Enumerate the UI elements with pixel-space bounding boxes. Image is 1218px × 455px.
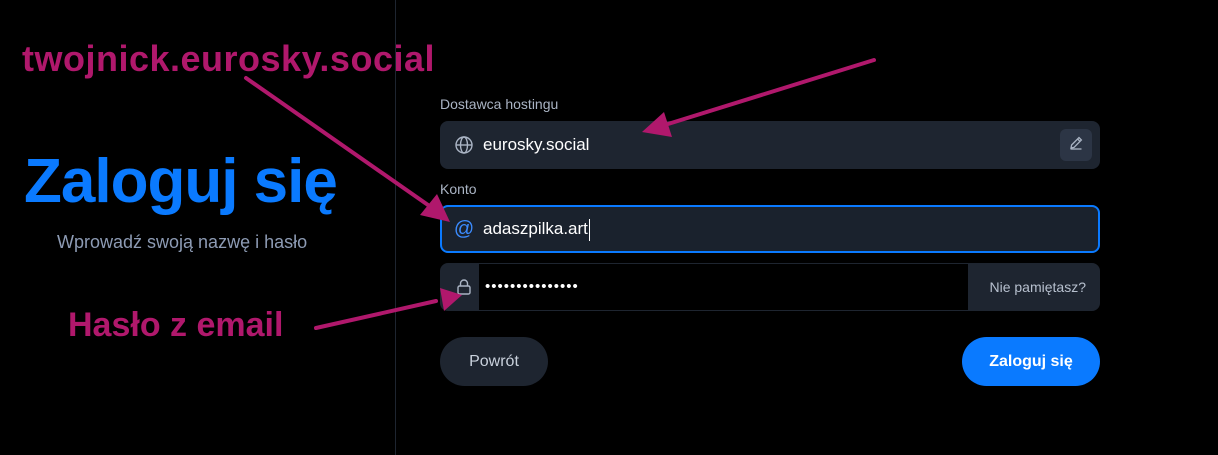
- account-value: adaszpilka.art: [483, 219, 588, 238]
- password-value: •••••••••••••••: [485, 278, 579, 295]
- globe-icon: [452, 133, 476, 157]
- annotation-handle-note: twojnick.eurosky.social: [22, 38, 435, 79]
- annotation-password-note: Hasło z email: [68, 306, 284, 344]
- text-caret: [588, 218, 590, 241]
- edit-hosting-button[interactable]: [1060, 129, 1092, 161]
- back-button[interactable]: Powrót: [440, 337, 548, 386]
- hosting-provider-field[interactable]: eurosky.social: [440, 121, 1100, 169]
- page-title: Zaloguj się: [24, 147, 338, 216]
- page-subtitle: Wprowadź swoją nazwę i hasło: [57, 232, 308, 252]
- login-button[interactable]: Zaloguj się: [962, 337, 1100, 386]
- at-icon: @: [453, 217, 475, 240]
- lock-icon: [452, 275, 476, 299]
- account-input[interactable]: @ adaszpilka.art: [440, 205, 1100, 253]
- pencil-icon: [1068, 135, 1084, 156]
- password-input[interactable]: •••••••••••••••: [479, 264, 968, 310]
- password-field[interactable]: ••••••••••••••• Nie pamiętasz?: [440, 263, 1100, 311]
- hosting-provider-value: eurosky.social: [483, 135, 590, 154]
- forgot-password-link[interactable]: Nie pamiętasz?: [990, 263, 1087, 311]
- hosting-provider-label: Dostawca hostingu: [440, 96, 559, 112]
- account-label: Konto: [440, 181, 477, 197]
